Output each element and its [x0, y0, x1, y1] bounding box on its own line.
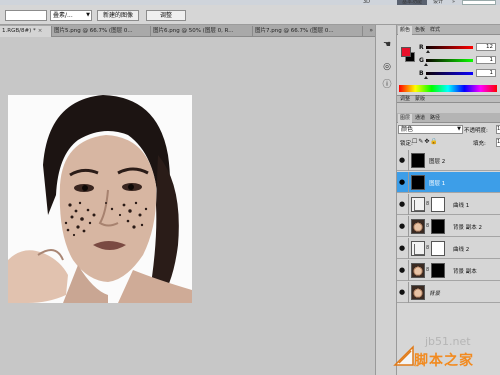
eye-icon[interactable]: ●	[399, 156, 405, 164]
layer-thumbnail	[411, 263, 425, 278]
blend-mode-select[interactable]: 颜色 ▼	[398, 125, 463, 134]
close-icon[interactable]: ×	[38, 28, 43, 34]
channel-r-slider[interactable]	[426, 46, 473, 49]
tab-swatches[interactable]: 色板	[413, 26, 427, 35]
opacity-label: 不透明度:	[464, 128, 488, 134]
doc-tab-2[interactable]: 图片5.png @ 66.7% (图层 0...	[52, 26, 151, 37]
channel-b-value[interactable]: 1	[476, 69, 496, 77]
eye-icon[interactable]: ●	[399, 200, 405, 208]
tab-layers[interactable]: 图层	[398, 114, 413, 123]
eye-icon[interactable]: ●	[399, 266, 405, 274]
color-panel-tabs: 颜色 色板 样式	[397, 25, 500, 35]
tab-styles[interactable]: 样式	[428, 26, 442, 35]
layer-mask-thumbnail	[431, 241, 445, 256]
tab-adjustments[interactable]: 调整	[398, 96, 412, 103]
layer-thumbnail	[411, 219, 425, 234]
hand-grab-icon[interactable]: ☚	[380, 39, 394, 51]
layer-mask-thumbnail	[431, 219, 445, 234]
watermark-label: 脚本之家	[414, 353, 474, 369]
watermark-site: jb51.net	[425, 335, 471, 348]
layer-name: 背景	[429, 291, 441, 297]
lock-icons[interactable]: ☐✎✥🔒	[412, 138, 439, 145]
style-select[interactable]: 叠素/... ▼	[50, 10, 92, 21]
layer-name: 曲线 1	[453, 203, 470, 209]
tab-color[interactable]: 颜色	[398, 26, 413, 35]
eye-icon[interactable]: ●	[399, 222, 405, 230]
channel-b-slider[interactable]	[426, 72, 473, 75]
blend-mode-value: 颜色	[401, 126, 414, 133]
channel-g-knob[interactable]	[424, 63, 428, 66]
tab-paths[interactable]: 路径	[428, 114, 442, 123]
layer-thumbnail	[411, 285, 425, 300]
eye-icon[interactable]: ●	[399, 244, 405, 252]
options-bar: 叠素/... ▼ 新建的图像 调整	[0, 5, 500, 25]
new-image-button[interactable]: 新建的图像	[97, 10, 139, 21]
channel-r-label: R	[419, 44, 424, 51]
layer-mask-thumbnail	[431, 263, 445, 278]
channel-b-knob[interactable]	[424, 76, 428, 79]
layer-name: 背景 副本	[453, 269, 477, 275]
link-icon: 8	[426, 267, 430, 273]
tab-masks[interactable]: 蒙版	[413, 96, 427, 103]
watermark-logo	[393, 345, 414, 366]
layer-name: 曲线 2	[453, 247, 470, 253]
feather-input[interactable]	[5, 10, 47, 21]
foreground-color-swatch[interactable]	[401, 47, 411, 57]
layer-name: 图层 2	[429, 159, 446, 165]
layer-name: 图层 1	[429, 181, 446, 187]
channel-r-knob[interactable]	[426, 50, 431, 53]
canvas-area[interactable]	[0, 37, 375, 375]
layer-row[interactable]: ● 8 背景 副本 2	[397, 216, 500, 237]
tabs-overflow-icon[interactable]: »	[369, 27, 373, 34]
fill-label: 填充:	[473, 141, 486, 147]
tab-channels[interactable]: 通道	[413, 114, 427, 123]
link-icon: 8	[426, 245, 430, 251]
layer-row[interactable]: ● 图层 2	[397, 150, 500, 171]
doc-tab-label: 图片5.png @ 66.7% (图层 0...	[54, 28, 133, 34]
lock-label: 锁定:	[400, 141, 413, 147]
channel-g-slider[interactable]	[426, 59, 473, 62]
channel-b-label: B	[419, 70, 424, 77]
chevron-down-icon: ▼	[86, 12, 90, 18]
layer-thumbnail	[411, 153, 425, 168]
opacity-input[interactable]: 10	[496, 125, 500, 134]
layer-row[interactable]: ● 8 曲线 2	[397, 238, 500, 259]
info-icon[interactable]: ⓘ	[380, 79, 394, 91]
doc-tab-label: 图片6.png @ 50% (图层 0, R...	[153, 28, 234, 34]
style-select-value: 叠素/...	[53, 12, 73, 19]
portrait-image	[8, 95, 192, 303]
doc-tab-1[interactable]: 1.RGB/8#) * ×	[0, 26, 52, 37]
link-icon: 8	[426, 201, 430, 207]
doc-tab-label: 1.RGB/8#) *	[2, 28, 36, 34]
curves-icon	[411, 241, 425, 256]
layer-thumbnail	[411, 175, 425, 190]
layer-row[interactable]: ● 8 背景 副本	[397, 260, 500, 281]
color-panel: 颜色 色板 样式 R 12 G 1 B 1	[397, 25, 500, 95]
curves-icon	[411, 197, 425, 212]
channel-r-value[interactable]: 12	[476, 43, 496, 51]
doc-tab-4[interactable]: 图片7.png @ 66.7% (图层 0...	[253, 26, 363, 37]
eye-icon[interactable]: ●	[399, 288, 405, 296]
canvas-photo[interactable]	[8, 95, 192, 303]
chevron-down-icon: ▼	[457, 126, 461, 132]
layer-row[interactable]: ● 背景	[397, 282, 500, 303]
layer-name: 背景 副本 2	[453, 225, 482, 231]
channel-g-value[interactable]: 1	[476, 56, 496, 64]
color-wheel-icon[interactable]: ◎	[380, 61, 394, 73]
side-toolbar: ☚ ◎ ⓘ	[375, 25, 397, 375]
eye-icon[interactable]: ●	[399, 178, 405, 186]
doc-tab-label: 图片7.png @ 66.7% (图层 0...	[255, 28, 334, 34]
layer-row[interactable]: ● 8 曲线 1	[397, 194, 500, 215]
layer-mask-thumbnail	[431, 197, 445, 212]
fill-input[interactable]: 10	[496, 138, 500, 147]
link-icon: 8	[426, 223, 430, 229]
layers-panel-tabs: 图层 通道 路径	[397, 113, 500, 123]
adjust-panel-tabs: 调整 蒙版	[397, 95, 500, 103]
color-spectrum-bar[interactable]	[399, 85, 497, 92]
layer-row[interactable]: ● 图层 1	[397, 172, 500, 193]
doc-tab-3[interactable]: 图片6.png @ 50% (图层 0, R...	[151, 26, 253, 37]
document-tabs: 1.RGB/8#) * × 图片5.png @ 66.7% (图层 0... 图片…	[0, 25, 375, 37]
adjust-button[interactable]: 调整	[146, 10, 186, 21]
